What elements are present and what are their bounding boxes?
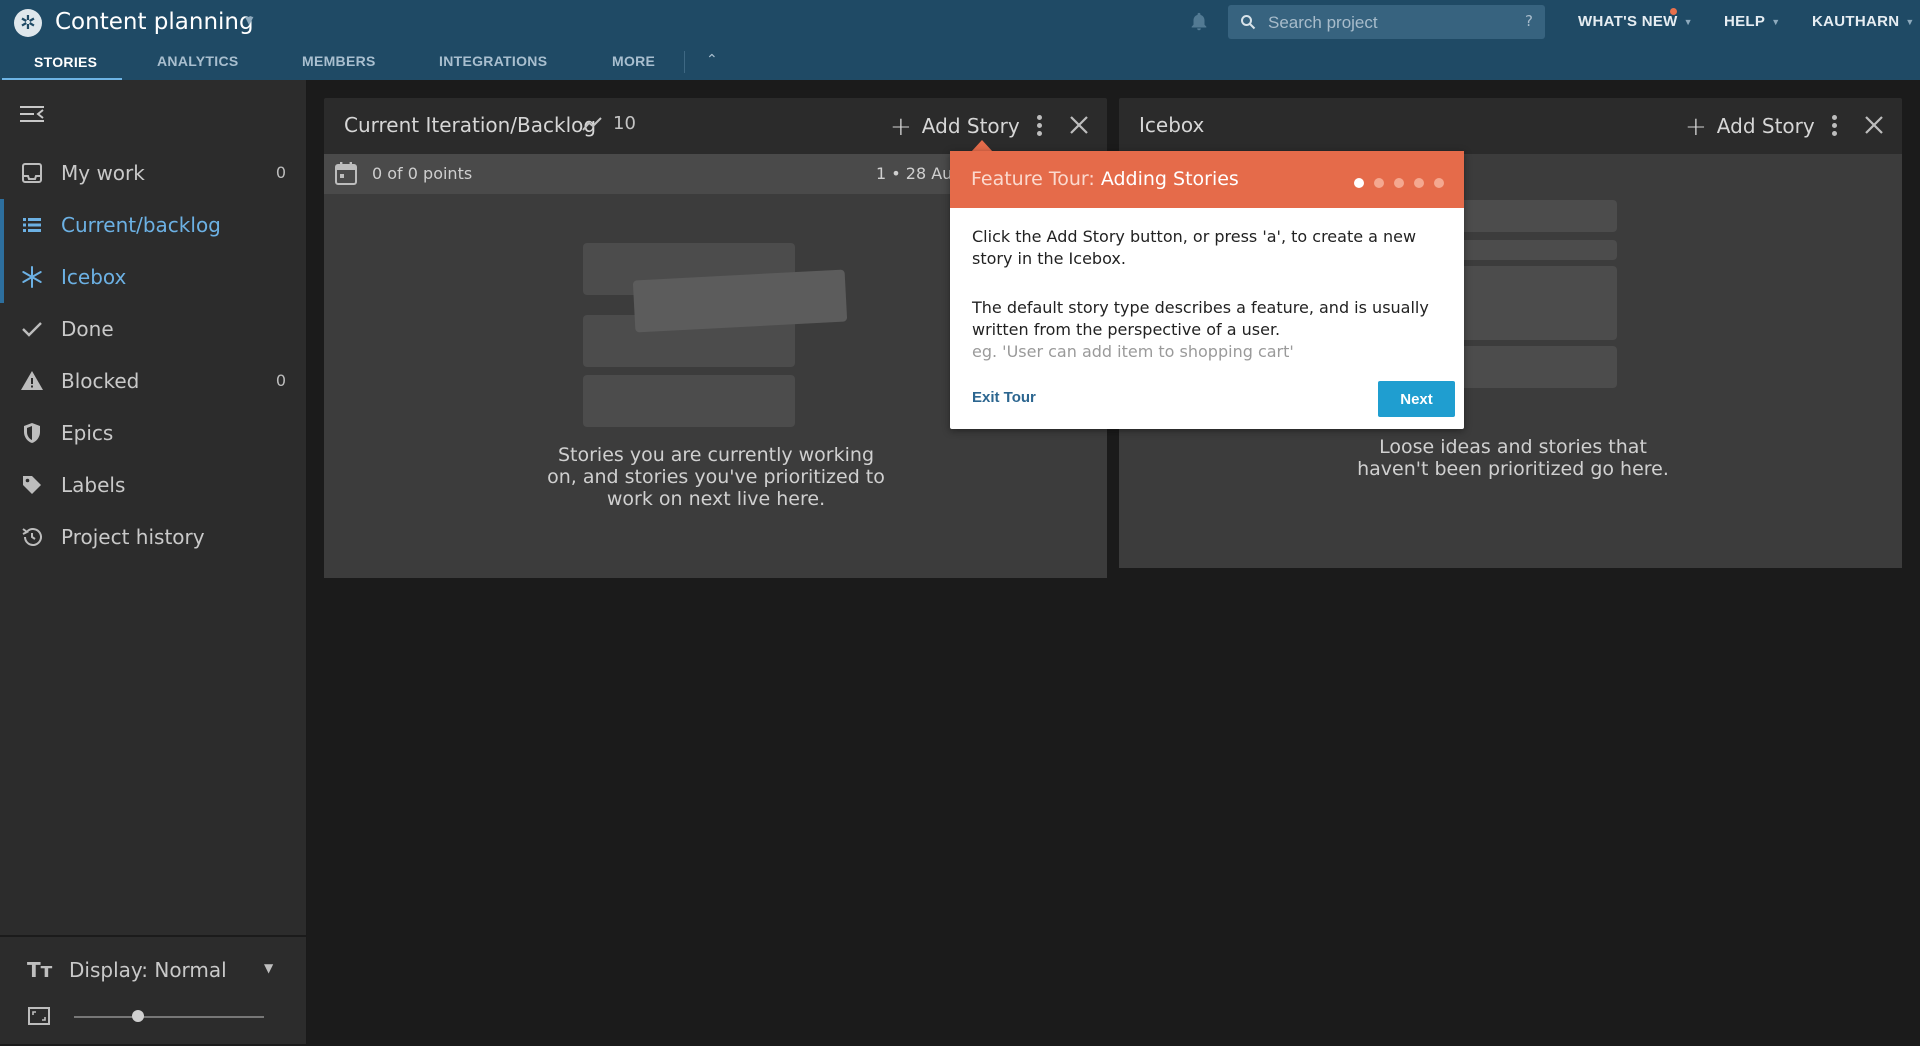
sidebar-item-label: Icebox <box>61 265 127 289</box>
story-placeholder <box>583 375 795 427</box>
close-icon[interactable] <box>1068 114 1090 136</box>
plus-icon: + <box>890 112 912 142</box>
fit-to-screen-icon[interactable] <box>28 1007 50 1025</box>
plus-icon: + <box>1685 112 1707 142</box>
sidebar-item-label: Done <box>61 317 114 341</box>
tour-title: Feature Tour: Adding Stories <box>971 168 1239 190</box>
tour-step-dot[interactable] <box>1434 178 1444 188</box>
sidebar-item-label: My work <box>61 161 145 185</box>
story-placeholder-dragged <box>632 269 848 333</box>
project-dropdown-icon[interactable]: ▼ <box>245 14 253 27</box>
panel-header: Icebox + Add Story <box>1119 98 1902 154</box>
text-size-icon: Tт <box>27 958 53 982</box>
feature-tour-popup: Feature Tour: Adding Stories Click the A… <box>950 151 1464 429</box>
tour-paragraph: Click the Add Story button, or press 'a'… <box>972 227 1417 268</box>
chevron-down-icon: ▼ <box>1905 17 1915 28</box>
tab-analytics[interactable]: ANALYTICS <box>157 53 239 69</box>
sidebar-item-count: 0 <box>275 163 286 182</box>
whats-new-menu[interactable]: WHAT'S NEW ▼ <box>1578 13 1693 30</box>
sidebar-item-labels[interactable]: Labels <box>0 459 306 511</box>
empty-state-message: Loose ideas and stories that haven't bee… <box>1357 436 1669 480</box>
sidebar-item-label: Labels <box>61 473 126 497</box>
tour-step-dot[interactable] <box>1394 178 1404 188</box>
tour-paragraph: The default story type describes a featu… <box>972 298 1429 339</box>
list-icon <box>23 218 41 232</box>
whats-new-label: WHAT'S NEW <box>1578 13 1678 30</box>
notifications-bell-icon[interactable] <box>1188 11 1210 33</box>
panel-menu-icon[interactable] <box>1832 115 1838 137</box>
tab-more[interactable]: MORE <box>612 53 655 69</box>
chevron-down-icon[interactable]: ▼ <box>264 961 273 975</box>
tour-step-indicator <box>1354 173 1454 192</box>
tour-step-dot[interactable] <box>1414 178 1424 188</box>
tour-header: Feature Tour: Adding Stories <box>950 151 1464 208</box>
sidebar-item-project-history[interactable]: Project history <box>0 511 306 563</box>
sidebar-item-label: Current/backlog <box>61 213 221 237</box>
help-label: HELP <box>1724 13 1766 30</box>
chevron-down-icon: ▼ <box>1683 17 1693 28</box>
tab-divider <box>684 51 685 73</box>
panel-title: Icebox <box>1139 113 1205 137</box>
panel-title: Current Iteration/Backlog <box>344 113 597 137</box>
add-story-label: Add Story <box>1716 114 1815 138</box>
sidebar-item-count: 0 <box>275 371 286 390</box>
tracker-logo-icon[interactable]: ✲ <box>14 9 42 37</box>
zoom-slider-handle[interactable] <box>132 1010 144 1022</box>
sidebar-item-done[interactable]: Done <box>0 303 306 355</box>
tab-stories[interactable]: STORIES <box>34 54 97 70</box>
collapse-header-icon[interactable]: ⌃ <box>706 52 718 68</box>
help-menu[interactable]: HELP ▼ <box>1724 13 1780 30</box>
search-input[interactable] <box>1266 9 1510 37</box>
tour-step-dot[interactable] <box>1374 178 1384 188</box>
tab-members[interactable]: MEMBERS <box>302 53 376 69</box>
add-story-button[interactable]: + Add Story <box>1685 112 1815 142</box>
inbox-icon <box>22 163 42 183</box>
tab-integrations[interactable]: INTEGRATIONS <box>439 53 547 69</box>
close-icon[interactable] <box>1863 114 1885 136</box>
user-label: KAUTHARN <box>1812 13 1900 30</box>
search-help-icon[interactable]: ? <box>1525 12 1533 30</box>
display-settings: Tт Display: Normal ▼ <box>0 935 306 1046</box>
chevron-down-icon: ▼ <box>1771 17 1781 28</box>
velocity-value[interactable]: 10 <box>613 113 636 134</box>
zoom-slider-track[interactable] <box>74 1016 264 1018</box>
tour-example: eg. 'User can add item to shopping cart' <box>972 342 1294 361</box>
sidebar-item-my-work[interactable]: My work 0 <box>0 147 306 199</box>
sidebar-item-icebox[interactable]: Icebox <box>0 251 306 303</box>
history-icon <box>22 528 42 546</box>
display-mode-select[interactable]: Display: Normal <box>69 958 227 982</box>
sidebar-collapse-icon[interactable] <box>20 104 44 124</box>
top-bar: ✲ Content planning ▼ ? WHAT'S NEW ▼ HELP ▼… <box>0 0 1920 81</box>
next-button[interactable]: Next <box>1378 381 1455 417</box>
snowflake-icon <box>22 266 42 288</box>
add-story-label: Add Story <box>921 114 1020 138</box>
sidebar-item-label: Blocked <box>61 369 140 393</box>
empty-state-message: Stories you are currently working on, an… <box>547 444 885 510</box>
tag-icon <box>23 476 41 494</box>
add-story-button[interactable]: + Add Story <box>890 112 1020 142</box>
search-box[interactable]: ? <box>1228 5 1545 39</box>
tour-title-text: Adding Stories <box>1100 168 1239 190</box>
user-menu[interactable]: KAUTHARN ▼ <box>1812 13 1915 30</box>
search-icon <box>1241 15 1256 30</box>
exit-tour-link[interactable]: Exit Tour <box>972 389 1036 406</box>
shield-icon <box>24 423 40 443</box>
calendar-icon <box>335 162 357 185</box>
check-icon <box>22 322 42 337</box>
sidebar: My work 0 Current/backlog Icebox Done Bl… <box>0 80 307 1044</box>
sidebar-item-epics[interactable]: Epics <box>0 407 306 459</box>
tour-title-prefix: Feature Tour: <box>971 168 1095 190</box>
project-title[interactable]: Content planning <box>55 9 254 35</box>
tour-step-dot[interactable] <box>1354 178 1364 188</box>
sidebar-item-label: Project history <box>61 525 205 549</box>
panel-menu-icon[interactable] <box>1037 115 1043 137</box>
new-indicator-dot <box>1670 8 1677 15</box>
velocity-chart-icon[interactable] <box>582 116 602 132</box>
iteration-points: 0 of 0 points <box>372 164 473 183</box>
warning-icon <box>21 371 43 390</box>
sidebar-item-blocked[interactable]: Blocked 0 <box>0 355 306 407</box>
sidebar-item-label: Epics <box>61 421 114 445</box>
sidebar-item-current-backlog[interactable]: Current/backlog <box>0 199 306 251</box>
